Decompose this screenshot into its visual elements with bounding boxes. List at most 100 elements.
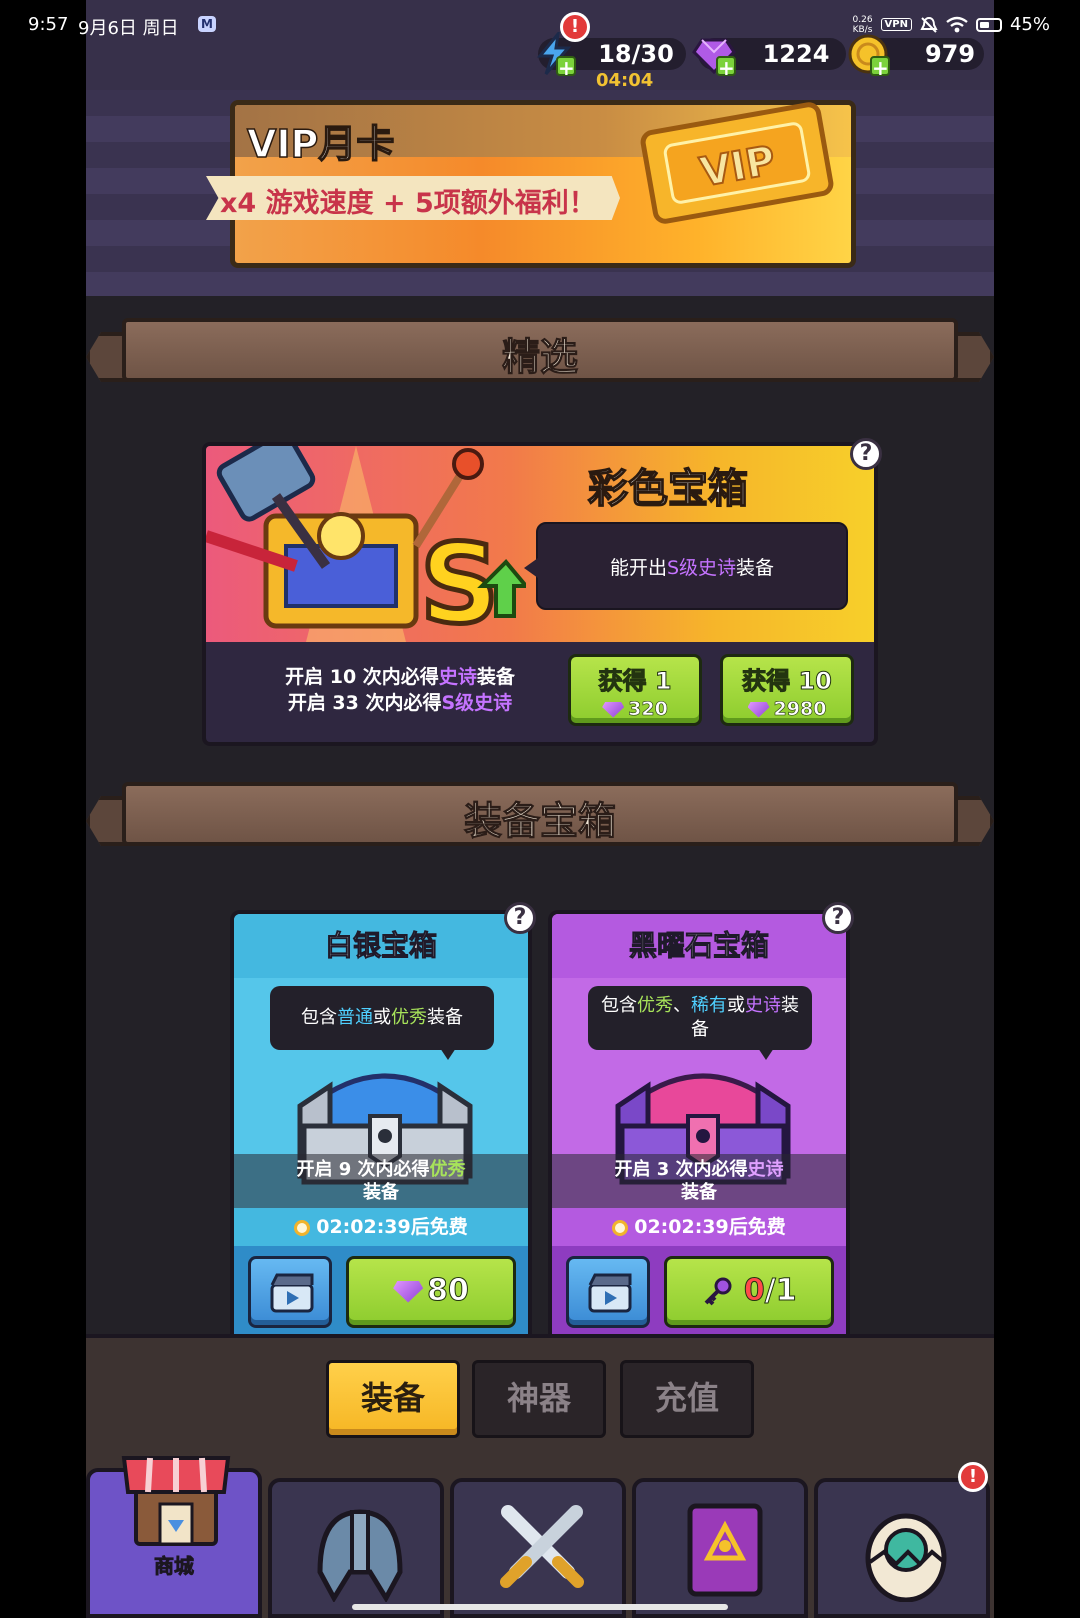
obsidian-guar-prefix: 开启 3 次内必得: [614, 1159, 748, 1180]
obsidian-chest-actions: 0/1: [552, 1246, 846, 1336]
energy-refill-timer: 04:04: [596, 70, 654, 91]
buy-1-button[interactable]: 获得 1 320: [568, 654, 702, 726]
battery-percent: 45%: [1009, 14, 1050, 35]
guarantee-line-1-highlight: 史诗: [438, 666, 477, 688]
gold-add-icon[interactable]: +: [870, 56, 890, 78]
silver-guar-suffix: 装备: [363, 1182, 399, 1203]
nav-shop-label: 商城: [154, 1554, 195, 1579]
status-bar: 9:57 9月6日 周日 M 0.26 KB/s VPN 45%: [0, 0, 1080, 52]
tab-recharge[interactable]: 充值: [620, 1360, 754, 1438]
status-time: 9:57: [28, 14, 69, 35]
hatching-egg-icon: [865, 1513, 947, 1602]
guarantee-line-1-prefix: 开启 10 次内必得: [285, 666, 439, 688]
obsidian-chest-tip: 包含优秀、稀有或史诗装备: [588, 986, 812, 1060]
crossed-swords-icon: [500, 1505, 584, 1588]
obsidian-free-timer-text: 02:02:39后免费: [634, 1216, 786, 1238]
keys-have: 0: [743, 1273, 765, 1309]
guarantee-line-1: 开启 10 次内必得史诗装备: [250, 664, 550, 690]
mail-icon: M: [198, 16, 216, 32]
featured-section-title: 精选: [501, 335, 578, 380]
obsidian-chest-help-icon[interactable]: ?: [822, 902, 854, 934]
bubble-highlight: S级史诗: [666, 557, 737, 579]
silver-guar-highlight: 优秀: [429, 1159, 466, 1180]
shop-stall-icon: [121, 1456, 231, 1546]
nav-tab-pet[interactable]: [814, 1478, 990, 1618]
vip-benefit-text: x4 游戏速度 + 5项额外福利！: [220, 188, 596, 219]
tip-a: 包含: [601, 995, 637, 1016]
nav-tab-hero[interactable]: [268, 1478, 444, 1618]
tip-d: 优秀: [391, 1007, 427, 1028]
video-clapper-icon: [588, 1273, 632, 1313]
obsidian-chest-title: 黑曜石宝箱: [552, 914, 846, 978]
home-indicator[interactable]: [352, 1604, 728, 1610]
silver-chest-actions: 80: [234, 1246, 528, 1336]
equipment-section-header: 装备宝箱: [86, 774, 994, 854]
tip-b: 优秀: [637, 995, 673, 1016]
silver-price-value: 80: [427, 1273, 470, 1309]
obsidian-open-with-key-button[interactable]: 0/1: [664, 1256, 834, 1328]
silver-chest-tip: 包含普通或优秀装备: [270, 986, 494, 1060]
silver-chest-help-icon[interactable]: ?: [504, 902, 536, 934]
tip-e: 装备: [427, 1007, 463, 1028]
obsidian-chest-card: 黑曜石宝箱 包含优秀、稀有或史诗装备 开启 3 次内必得史诗 装备 02:02:…: [548, 910, 850, 1340]
vip-title: VIP月卡: [246, 121, 395, 167]
guarantee-line-2-prefix: 开启 33 次内必得: [287, 692, 442, 714]
key-icon: [704, 1277, 732, 1305]
obsidian-free-timer: 02:02:39后免费: [552, 1208, 846, 1246]
obsidian-watch-ad-button[interactable]: [566, 1256, 650, 1328]
obsidian-guar-suffix: 装备: [681, 1182, 717, 1203]
stopwatch-icon: [612, 1219, 629, 1236]
keys-total: /1: [764, 1273, 797, 1309]
battery-icon: [975, 17, 1002, 32]
silver-free-timer: 02:02:39后免费: [234, 1208, 528, 1246]
featured-section-header: 精选: [86, 310, 994, 390]
buy-1-cost-value: 320: [628, 698, 668, 721]
wifi-icon: [946, 16, 968, 32]
video-clapper-icon: [270, 1273, 314, 1313]
buy-10-button[interactable]: 获得 10 2980: [720, 654, 854, 726]
gem-icon: [393, 1280, 424, 1303]
equipment-section-title: 装备宝箱: [463, 799, 616, 844]
tab-equipment[interactable]: 装备: [326, 1360, 460, 1438]
shop-screen: + 18/30 04:04 ! + 1224 + 979 VIP月卡 x4 游戏…: [86, 0, 994, 1618]
stopwatch-icon: [294, 1219, 311, 1236]
rainbow-chest-illustration: S: [206, 446, 526, 642]
guarantee-line-1-suffix: 装备: [476, 666, 515, 688]
bubble-prefix: 能开出: [609, 557, 667, 579]
rainbow-chest-bubble: 能开出S级史诗装备: [524, 522, 848, 610]
buy-10-label: 获得 10: [742, 667, 833, 696]
silver-price: 80: [349, 1273, 513, 1309]
tip-e: 或: [727, 995, 745, 1016]
silver-chest-title: 白银宝箱: [234, 914, 528, 978]
energy-add-icon[interactable]: +: [556, 56, 576, 78]
gem-icon: [602, 701, 625, 718]
nav-pet-alert-icon: !: [958, 1462, 988, 1492]
silver-buy-button[interactable]: 80: [346, 1256, 516, 1328]
vip-banner-area: VIP月卡 x4 游戏速度 + 5项额外福利！ VIP: [86, 90, 994, 296]
net-speed-unit: KB/s: [852, 24, 873, 35]
gem-icon: [747, 701, 770, 718]
silver-free-timer-text: 02:02:39后免费: [316, 1216, 468, 1238]
gem-add-icon[interactable]: +: [716, 56, 736, 78]
silver-chest-guarantee: 开启 9 次内必得优秀 装备: [234, 1154, 528, 1208]
obsidian-chest-guarantee: 开启 3 次内必得史诗 装备: [552, 1154, 846, 1208]
nav-tab-codex[interactable]: [632, 1478, 808, 1618]
silver-chest-card: 白银宝箱 包含普通或优秀装备 开启 9 次内必得优秀 装备 02:02:39后免…: [230, 910, 532, 1340]
rainbow-chest-help-icon[interactable]: ?: [850, 438, 882, 470]
nav-tab-shop[interactable]: 商城: [86, 1456, 262, 1618]
guarantee-line-2: 开启 33 次内必得S级史诗: [250, 690, 550, 716]
nav-tab-battle[interactable]: [450, 1478, 626, 1618]
silver-guar-prefix: 开启 9 次内必得: [296, 1159, 430, 1180]
tip-d: 稀有: [691, 995, 727, 1016]
obsidian-guar-highlight: 史诗: [747, 1159, 784, 1180]
helmet-icon: [317, 1509, 403, 1602]
silver-watch-ad-button[interactable]: [248, 1256, 332, 1328]
rainbow-chest-card: S 彩色宝箱 能开出S级史诗装备 开启 10 次内必得史诗装备 开启 33 次内…: [202, 442, 878, 746]
vpn-icon: VPN: [880, 18, 912, 31]
tip-a: 包含: [301, 1007, 337, 1028]
tip-c: 、: [673, 995, 691, 1016]
bubble-suffix: 装备: [736, 557, 775, 579]
spellbook-icon: [687, 1503, 763, 1597]
net-speed-value: 0.26: [852, 14, 873, 25]
tab-artifact[interactable]: 神器: [472, 1360, 606, 1438]
